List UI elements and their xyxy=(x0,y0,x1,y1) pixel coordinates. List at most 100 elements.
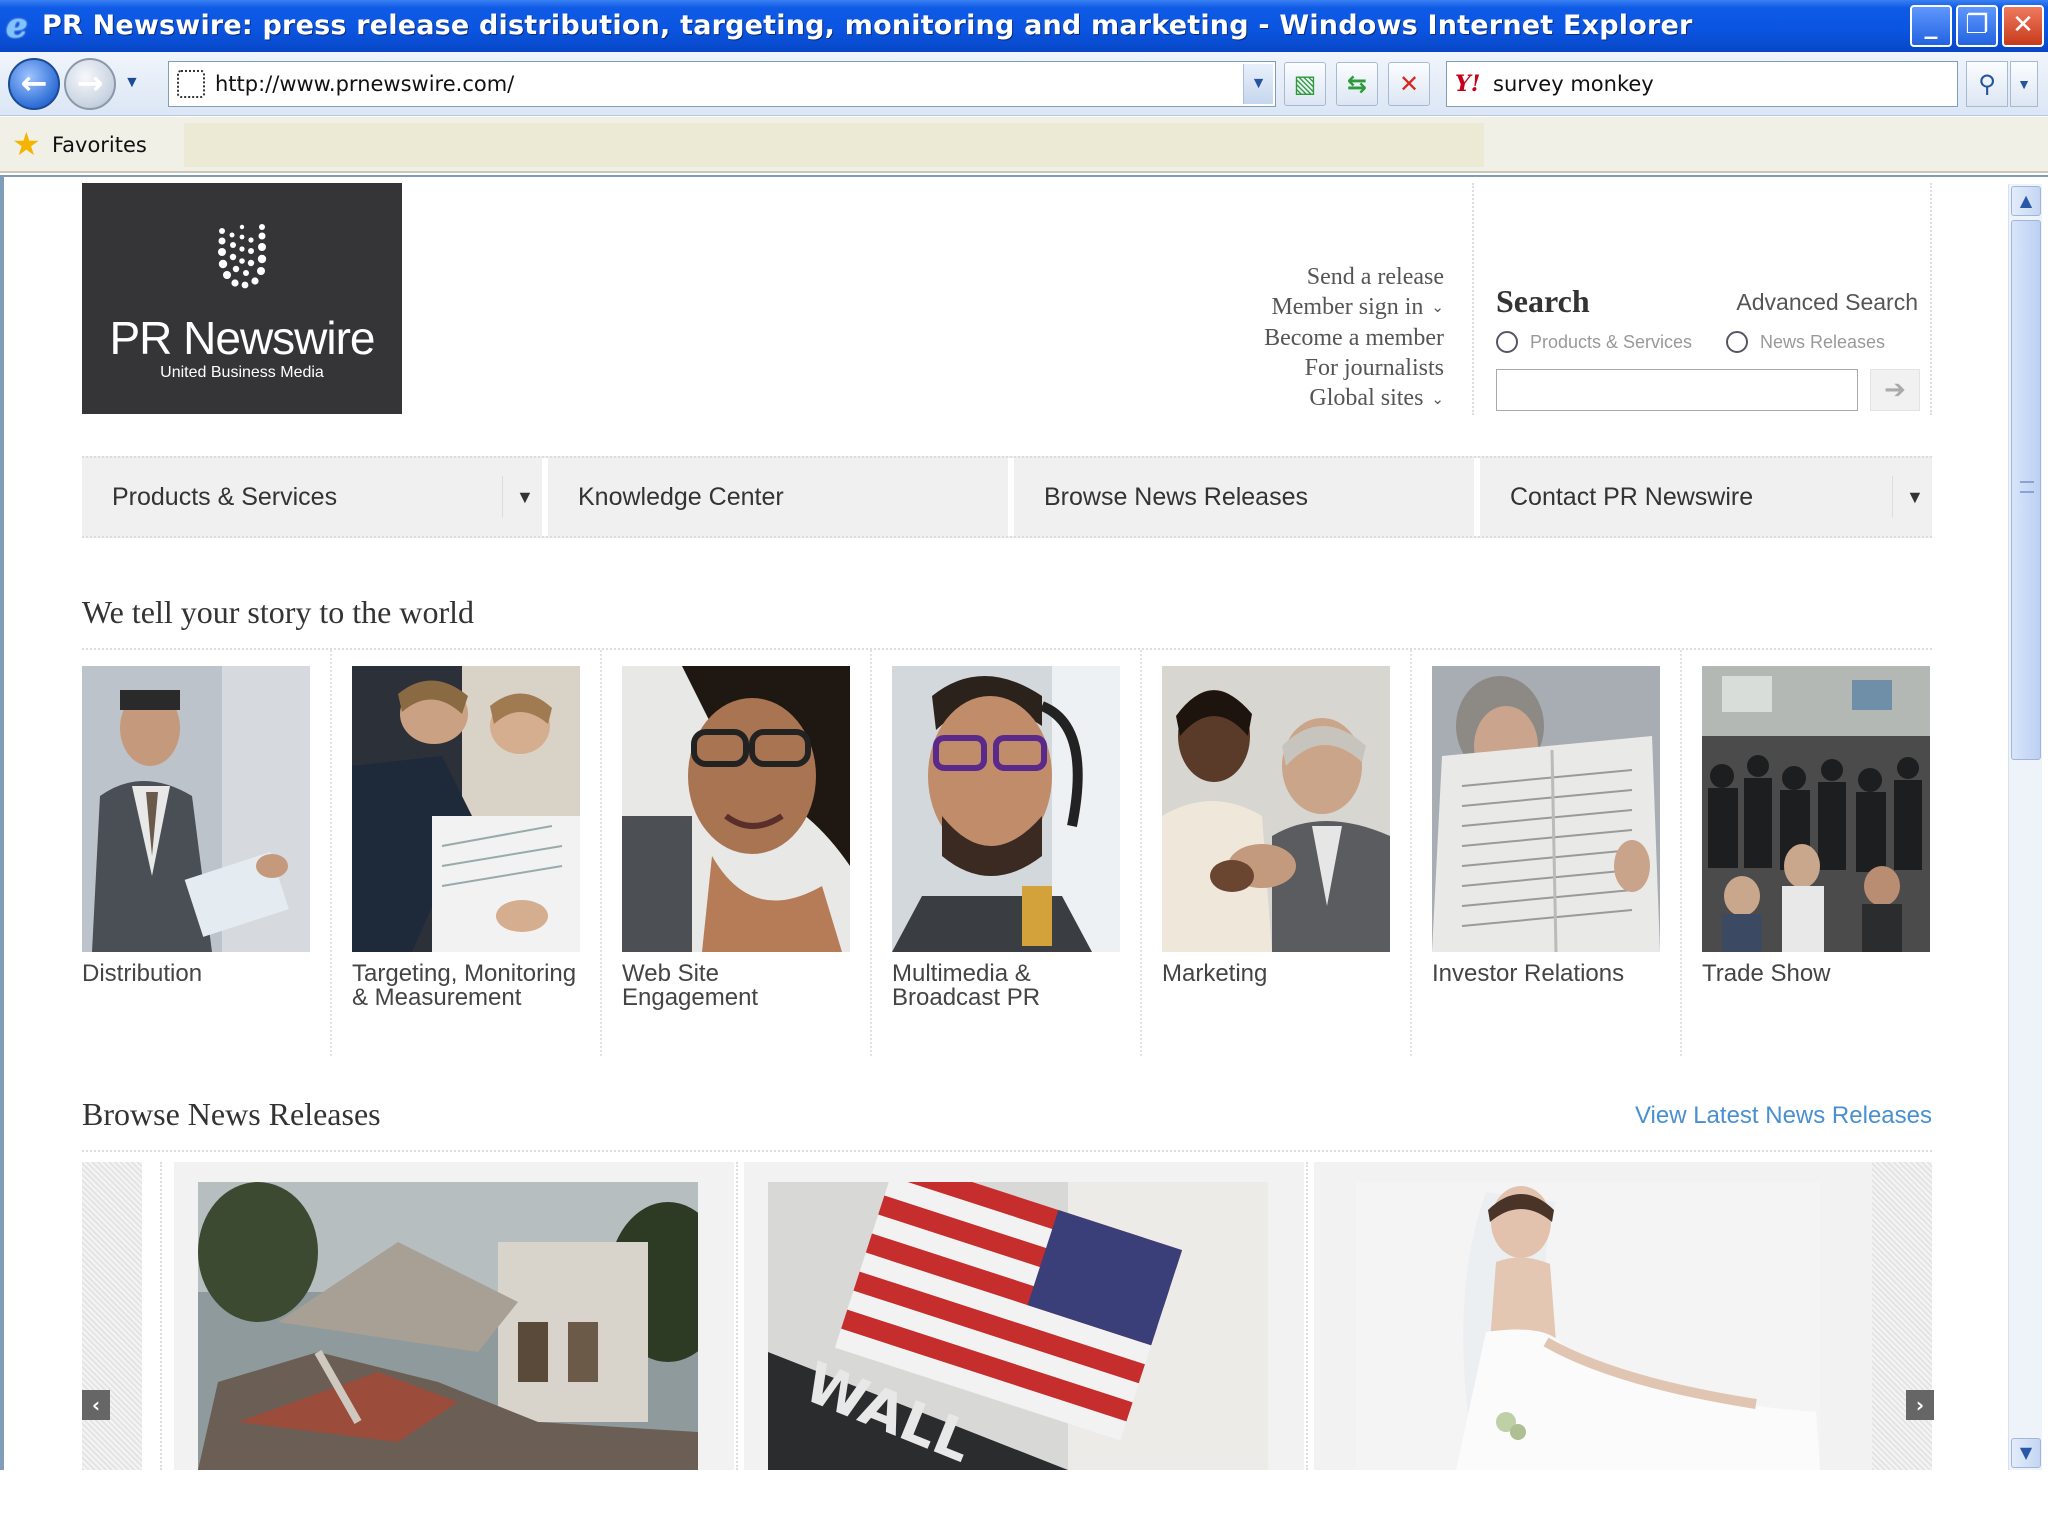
browser-search-box[interactable]: Y! survey monkey xyxy=(1446,61,1958,107)
member-sign-in-link[interactable]: Member sign in ⌄ xyxy=(1140,292,1444,323)
pr-newswire-logo[interactable]: PR Newswire United Business Media xyxy=(82,183,402,414)
collapsed-house-photo[interactable] xyxy=(198,1182,698,1470)
tile-divider xyxy=(870,650,872,1056)
news-card-bride[interactable] xyxy=(1314,1162,1874,1470)
scroll-down-icon[interactable]: ▼ xyxy=(2011,1438,2041,1468)
radio-products-services-label: Products & Services xyxy=(1530,332,1693,352)
businessman-phone-photo[interactable] xyxy=(82,666,310,952)
radio-news-releases[interactable] xyxy=(1726,331,1748,353)
meeting-people-photo[interactable] xyxy=(1162,666,1390,952)
service-tile-marketing[interactable]: Marketing xyxy=(1162,650,1432,1056)
global-sites-link[interactable]: Global sites ⌄ xyxy=(1140,383,1444,414)
radio-products-services[interactable] xyxy=(1496,331,1518,353)
service-tile-multimedia[interactable]: Multimedia & Broadcast PR xyxy=(892,650,1162,1056)
favorites-star-icon[interactable]: ★ xyxy=(12,127,41,161)
nav-divider xyxy=(1892,476,1893,518)
nav-products-dropdown-icon[interactable]: ▼ xyxy=(516,458,534,536)
back-button[interactable]: ← xyxy=(8,58,60,110)
refresh-icon[interactable]: ⇆ xyxy=(1336,62,1378,106)
nav-contact-dropdown-icon[interactable]: ▼ xyxy=(1906,458,1924,536)
scroll-grip xyxy=(2020,481,2034,493)
service-label-investor-relations: Investor Relations xyxy=(1432,960,1625,987)
card-divider xyxy=(736,1162,738,1470)
restore-button[interactable]: ❐ xyxy=(1956,5,1998,47)
nav-products-services[interactable]: Products & Services xyxy=(82,458,432,536)
window-title: PR Newswire: press release distribution,… xyxy=(42,10,1693,41)
logo-name: PR Newswire xyxy=(109,312,375,364)
woman-newspaper-photo[interactable] xyxy=(1432,666,1660,952)
service-label-multimedia: Multimedia & Broadcast PR xyxy=(892,960,1041,1011)
browser-navbar: ← → ▼ http://www.prnewswire.com/ ▼ ▧ ⇆ ✕… xyxy=(0,52,2048,116)
man-headset-photo[interactable] xyxy=(892,666,1120,952)
people-documents-photo[interactable] xyxy=(352,666,580,952)
section-rule xyxy=(82,1150,1932,1152)
tile-divider xyxy=(1410,650,1412,1056)
main-navigation: Products & Services ▼ Knowledge Center B… xyxy=(82,456,1932,538)
service-label-trade-show: Trade Show xyxy=(1702,960,1831,987)
recent-pages-dropdown[interactable]: ▼ xyxy=(124,74,140,92)
nav-divider xyxy=(502,476,503,518)
card-divider xyxy=(1306,1162,1308,1470)
for-journalists-label: For journalists xyxy=(1304,355,1444,382)
service-tile-distribution[interactable]: Distribution xyxy=(82,650,352,1056)
close-button[interactable]: ✕ xyxy=(2002,5,2044,47)
trade-show-crowd-photo[interactable] xyxy=(1702,666,1930,952)
chevron-down-icon: ⌄ xyxy=(1431,391,1444,408)
search-icon[interactable]: ⚲ xyxy=(1966,61,2008,107)
vertical-scrollbar[interactable]: ▲ ▼ xyxy=(2008,184,2042,1470)
scroll-up-icon[interactable]: ▲ xyxy=(2011,186,2041,216)
address-bar[interactable]: http://www.prnewswire.com/ ▼ xyxy=(168,61,1276,107)
logo-dots-icon xyxy=(82,223,402,303)
compatibility-view-icon[interactable]: ▧ xyxy=(1284,62,1326,106)
yahoo-icon: Y! xyxy=(1455,71,1481,97)
service-label-web-engagement: Web Site Engagement xyxy=(622,960,759,1011)
woman-glasses-photo[interactable] xyxy=(622,666,850,952)
browser-search-text[interactable]: survey monkey xyxy=(1493,62,1654,106)
tile-divider xyxy=(600,650,602,1056)
service-label-marketing: Marketing xyxy=(1162,960,1268,987)
minimize-button[interactable]: _ xyxy=(1910,5,1952,47)
nav-knowledge-center[interactable]: Knowledge Center xyxy=(548,458,1008,536)
service-tile-trade-show[interactable]: Trade Show xyxy=(1702,650,1972,1056)
stop-icon[interactable]: ✕ xyxy=(1388,62,1430,106)
become-member-link[interactable]: Become a member xyxy=(1140,323,1444,353)
carousel-next-icon[interactable]: › xyxy=(1906,1390,1934,1420)
news-card-wall-street[interactable]: WALL xyxy=(744,1162,1304,1470)
wall-street-flag-photo[interactable]: WALL xyxy=(768,1182,1268,1470)
nav-browse-news[interactable]: Browse News Releases xyxy=(1014,458,1474,536)
carousel-prev-panel xyxy=(82,1162,142,1470)
favorites-strip xyxy=(184,123,1484,167)
search-submit-arrow-icon[interactable]: ➔ xyxy=(1870,369,1920,411)
nav-knowledge-center-label: Knowledge Center xyxy=(578,483,784,511)
page-icon xyxy=(177,70,205,98)
logo-subtitle: United Business Media xyxy=(160,364,324,381)
global-sites-label: Global sites xyxy=(1309,385,1424,412)
search-heading: Search xyxy=(1496,283,1590,319)
search-options-dropdown-icon[interactable]: ▼ xyxy=(2010,61,2038,107)
forward-button[interactable]: → xyxy=(64,58,116,110)
address-dropdown-icon[interactable]: ▼ xyxy=(1243,64,1273,104)
carousel-next-panel xyxy=(1872,1162,1932,1470)
send-release-link[interactable]: Send a release xyxy=(1140,262,1444,292)
site-search-input[interactable] xyxy=(1496,369,1858,411)
nav-products-services-label: Products & Services xyxy=(112,483,338,511)
carousel-prev-icon[interactable]: ‹ xyxy=(82,1390,110,1420)
news-card-collapsed-house[interactable] xyxy=(174,1162,734,1470)
bride-photo[interactable] xyxy=(1356,1182,1820,1470)
nav-contact-label: Contact PR Newswire xyxy=(1510,483,1754,511)
view-latest-news-link[interactable]: View Latest News Releases xyxy=(1635,1100,1932,1132)
advanced-search-link[interactable]: Advanced Search xyxy=(1736,287,1918,317)
scroll-thumb[interactable] xyxy=(2011,220,2041,760)
service-tile-targeting[interactable]: Targeting, Monitoring & Measurement xyxy=(352,650,622,1056)
status-area xyxy=(0,1470,2048,1536)
for-journalists-link[interactable]: For journalists xyxy=(1140,353,1444,383)
address-text[interactable]: http://www.prnewswire.com/ xyxy=(215,62,514,106)
favorites-button[interactable]: Favorites xyxy=(52,117,147,173)
utility-links: Send a release Member sign in ⌄ Become a … xyxy=(1140,262,1444,415)
nav-contact[interactable]: Contact PR Newswire xyxy=(1480,458,1880,536)
service-tile-web-engagement[interactable]: Web Site Engagement xyxy=(622,650,892,1056)
section-heading-tagline: We tell your story to the world xyxy=(82,594,475,630)
browse-news-heading: Browse News Releases xyxy=(82,1096,381,1132)
radio-news-releases-label: News Releases xyxy=(1760,332,1886,352)
service-tile-investor-relations[interactable]: Investor Relations xyxy=(1432,650,1702,1056)
